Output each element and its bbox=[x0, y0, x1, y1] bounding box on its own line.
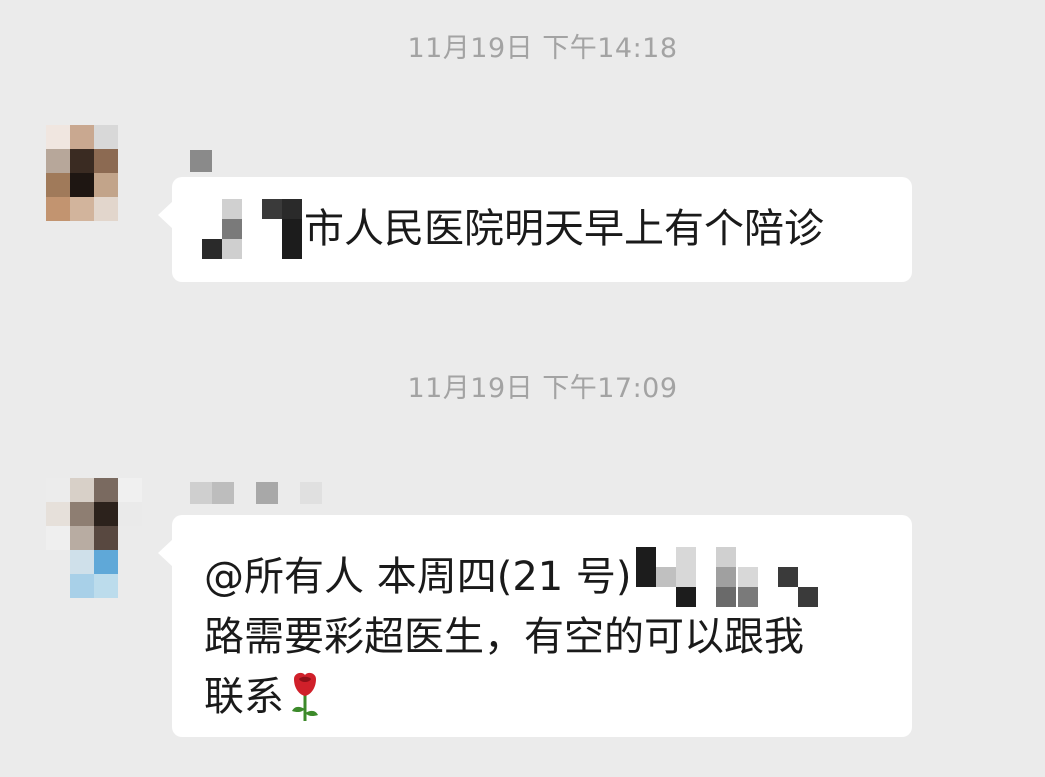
message-bubble[interactable]: 市人民医院明天早上有个陪诊 bbox=[158, 177, 912, 282]
sender-name bbox=[190, 482, 322, 504]
redaction-mosaic bbox=[737, 547, 838, 607]
rose-icon bbox=[292, 672, 318, 721]
message-line: 路需要彩超医生，有空的可以跟我 bbox=[204, 607, 882, 667]
message-body: 联系 bbox=[204, 674, 284, 720]
message-line: 联系 bbox=[204, 667, 882, 727]
mention-text: @所有人 本周四(21 号) bbox=[204, 554, 632, 600]
redaction-mosaic bbox=[202, 199, 302, 259]
message-body: 路需要彩超医生，有空的可以跟我 bbox=[204, 614, 804, 660]
avatar[interactable] bbox=[46, 125, 142, 245]
message-line: @所有人 本周四(21 号) bbox=[204, 547, 882, 607]
timestamp: 11月19日 下午17:09 bbox=[407, 373, 678, 404]
message-bubble[interactable]: @所有人 本周四(21 号) 路需要彩超医生，有空的可以跟我 联系 bbox=[158, 515, 912, 737]
timestamp: 11月19日 下午14:18 bbox=[407, 33, 678, 64]
sender-name bbox=[190, 150, 212, 172]
redaction-mosaic bbox=[635, 547, 736, 607]
message-body: 市人民医院明天早上有个陪诊 bbox=[304, 206, 824, 252]
message-text: 市人民医院明天早上有个陪诊 bbox=[202, 199, 882, 259]
avatar[interactable] bbox=[46, 478, 142, 598]
